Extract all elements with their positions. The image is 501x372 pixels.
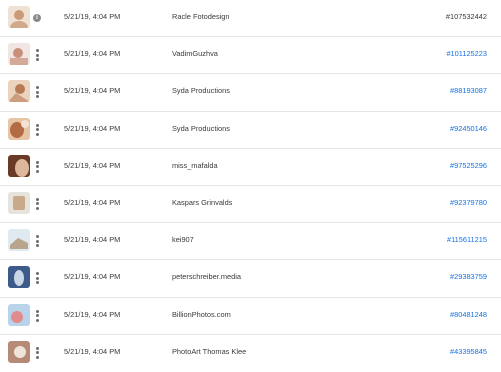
date: 5/21/19, 4:04 PM bbox=[64, 235, 121, 245]
thumbnail[interactable] bbox=[8, 80, 30, 103]
more-vertical-icon[interactable] bbox=[31, 121, 43, 139]
asset-id-link[interactable]: #29383759 bbox=[450, 272, 487, 281]
thumbnail[interactable] bbox=[8, 117, 30, 140]
thumbnail[interactable] bbox=[8, 6, 30, 28]
creator-name: VadimGuzhva bbox=[172, 49, 218, 59]
more-vertical-icon[interactable] bbox=[31, 46, 43, 64]
creator-name: Syda Productions bbox=[172, 86, 230, 96]
creator-name: PhotoArt Thomas Klee bbox=[172, 346, 247, 356]
thumbnail[interactable] bbox=[8, 266, 30, 289]
more-vertical-icon[interactable] bbox=[31, 158, 43, 176]
thumbnail[interactable] bbox=[8, 154, 30, 177]
date: 5/21/19, 4:04 PM bbox=[64, 86, 121, 96]
creator-name: BillionPhotos.com bbox=[172, 309, 231, 319]
more-vertical-icon[interactable] bbox=[31, 195, 43, 213]
asset-id-link[interactable]: #115611215 bbox=[447, 235, 487, 244]
date: 5/21/19, 4:04 PM bbox=[64, 309, 121, 319]
date: 5/21/19, 4:04 PM bbox=[64, 49, 121, 59]
list-item[interactable]: i 5/21/19, 4:04 PM Racle Fotodesign #107… bbox=[0, 0, 501, 38]
asset-id-link[interactable]: #88193087 bbox=[450, 86, 487, 95]
asset-id-link[interactable]: #97525296 bbox=[450, 161, 487, 170]
list-item[interactable]: 5/21/19, 4:04 PM miss_mafalda #97525296 bbox=[0, 149, 501, 186]
asset-id-link[interactable]: #80481248 bbox=[450, 310, 487, 319]
creator-name: Kaspars Grinvalds bbox=[172, 197, 233, 207]
list-item[interactable]: 5/21/19, 4:04 PM peterschreiber.media #2… bbox=[0, 260, 501, 298]
date: 5/21/19, 4:04 PM bbox=[64, 197, 121, 207]
creator-name: Racle Fotodesign bbox=[172, 12, 230, 21]
info-icon[interactable]: i bbox=[31, 9, 43, 27]
date: 5/21/19, 4:04 PM bbox=[64, 272, 121, 282]
date: 5/21/19, 4:04 PM bbox=[64, 123, 121, 133]
list-item[interactable]: 5/21/19, 4:04 PM Kaspars Grinvalds #9237… bbox=[0, 186, 501, 224]
more-vertical-icon[interactable] bbox=[31, 344, 43, 362]
thumbnail[interactable] bbox=[8, 229, 30, 252]
thumbnail[interactable] bbox=[8, 303, 30, 326]
list-item[interactable]: 5/21/19, 4:04 PM Syda Productions #88193… bbox=[0, 74, 501, 112]
more-vertical-icon[interactable] bbox=[31, 232, 43, 250]
thumbnail[interactable] bbox=[8, 340, 30, 363]
thumbnail[interactable] bbox=[8, 43, 30, 66]
list-item[interactable]: 5/21/19, 4:04 PM kei907 #115611215 bbox=[0, 223, 501, 261]
list-item[interactable]: 5/21/19, 4:04 PM VadimGuzhva #101125223 bbox=[0, 37, 501, 75]
asset-id-link[interactable]: #92379780 bbox=[450, 198, 487, 207]
list-item[interactable]: 5/21/19, 4:04 PM BillionPhotos.com #8048… bbox=[0, 298, 501, 335]
date: 5/21/19, 4:04 PM bbox=[64, 12, 121, 21]
more-vertical-icon[interactable] bbox=[31, 83, 43, 101]
date: 5/21/19, 4:04 PM bbox=[64, 346, 121, 356]
list-item[interactable]: 5/21/19, 4:04 PM Syda Productions #92450… bbox=[0, 112, 501, 149]
asset-id-link[interactable]: #101125223 bbox=[446, 49, 487, 58]
asset-id-link[interactable]: #43395845 bbox=[450, 347, 487, 356]
creator-name: kei907 bbox=[172, 235, 194, 245]
thumbnail[interactable] bbox=[8, 191, 30, 214]
asset-id: #107532442 bbox=[445, 12, 487, 21]
asset-list: i 5/21/19, 4:04 PM Racle Fotodesign #107… bbox=[0, 0, 501, 372]
creator-name: Syda Productions bbox=[172, 123, 230, 133]
list-item[interactable]: 5/21/19, 4:04 PM PhotoArt Thomas Klee #4… bbox=[0, 335, 501, 372]
more-vertical-icon[interactable] bbox=[31, 307, 43, 325]
asset-id-link[interactable]: #92450146 bbox=[450, 124, 487, 133]
creator-name: peterschreiber.media bbox=[172, 272, 242, 282]
creator-name: miss_mafalda bbox=[172, 160, 218, 170]
more-vertical-icon[interactable] bbox=[31, 269, 43, 287]
date: 5/21/19, 4:04 PM bbox=[64, 160, 121, 170]
